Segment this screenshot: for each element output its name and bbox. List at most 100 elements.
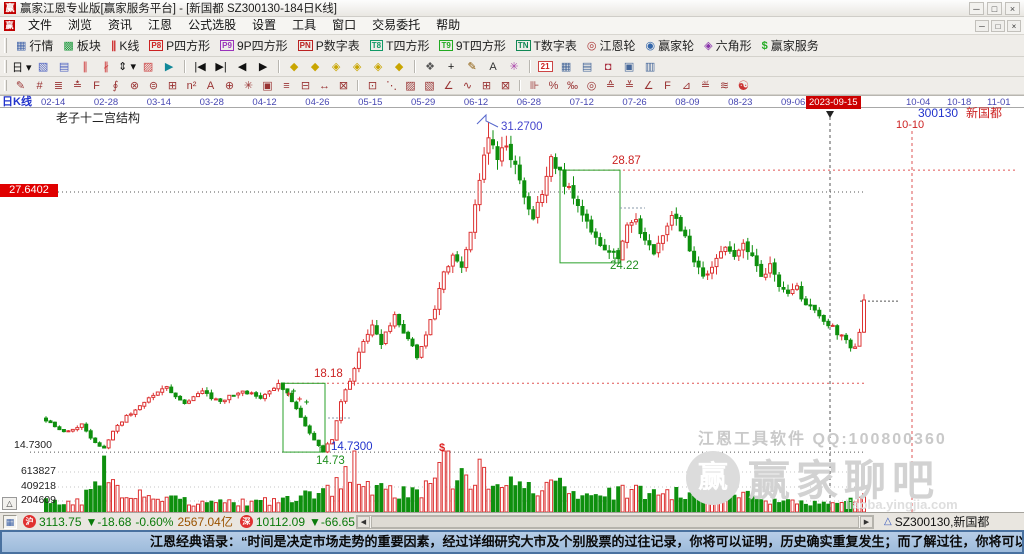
gann-diamond-6[interactable]: ◆ [390, 58, 409, 75]
scrollbar-thumb[interactable] [371, 516, 859, 528]
window-style-icon[interactable]: ▧ [34, 58, 53, 75]
horizontal-scrollbar[interactable]: ◀ ▶ [356, 515, 874, 529]
gann-diamond-1[interactable]: ◆ [285, 58, 304, 75]
toolbar-button-p-square[interactable]: P8 P四方形 [144, 36, 215, 55]
minimize-button[interactable]: ─ [969, 1, 984, 15]
text-label-tool[interactable]: A [484, 58, 503, 75]
draw-tool-0-9[interactable]: n² [183, 78, 200, 93]
period-day-dropdown[interactable]: 日 ▾ [12, 58, 32, 75]
annotate-tool[interactable]: ✎ [463, 58, 482, 75]
draw-tool-0-10[interactable]: A [202, 78, 219, 93]
nav-prev-button[interactable]: ◀ [233, 58, 252, 75]
scale-dropdown[interactable]: ⇕ ▾ [118, 58, 137, 75]
draw-tool-0-0[interactable]: ✎ [12, 78, 29, 93]
draw-tool-1-2[interactable]: ▨ [402, 78, 419, 93]
toolbar-button-winner-wheel[interactable]: ◉ 赢家轮 [640, 36, 699, 55]
draw-tool-0-12[interactable]: ✳ [240, 78, 257, 93]
close-button[interactable]: × [1005, 1, 1020, 15]
mdi-close-button[interactable]: × [1007, 19, 1021, 32]
gann-diamond-5[interactable]: ◈ [369, 58, 388, 75]
draw-tool-2-4[interactable]: ≙ [602, 78, 619, 93]
toolbar-button-quotes[interactable]: ▦ 行情 [11, 36, 58, 55]
scroll-left-arrow[interactable]: ◀ [357, 516, 370, 528]
nav-first-button[interactable]: |◀ [191, 58, 210, 75]
draw-tool-1-5[interactable]: ∿ [459, 78, 476, 93]
draw-tool-1-3[interactable]: ▧ [421, 78, 438, 93]
save-button[interactable]: ◘ [599, 58, 618, 75]
yinyang-tool[interactable]: ☯ [735, 78, 752, 93]
draw-tool-2-2[interactable]: ‰ [564, 78, 581, 93]
kline-chart-area[interactable]: + + + + 02-14 02-28 03-14 03-28 04-12 04-26 05-15… [0, 95, 1024, 512]
toolbar-button-hexagon[interactable]: ◈ 六角形 [699, 36, 756, 55]
toolbar-button-winner-service[interactable]: $ 赢家服务 [757, 36, 824, 55]
draw-tool-2-1[interactable]: % [545, 78, 562, 93]
notebook-button[interactable]: ▤ [578, 58, 597, 75]
minute-view-icon[interactable]: ▶ [160, 58, 179, 75]
draw-tool-2-0[interactable]: ⊪ [526, 78, 543, 93]
draw-tool-2-3[interactable]: ◎ [583, 78, 600, 93]
toolbar-button-9p-square[interactable]: P9 9P四方形 [215, 36, 292, 55]
export-button[interactable]: ▣ [620, 58, 639, 75]
mdi-restore-button[interactable]: □ [991, 19, 1005, 32]
draw-tool-0-11[interactable]: ⊕ [221, 78, 238, 93]
calculator-button[interactable]: ▦ [557, 58, 576, 75]
toolbar-button-9t-square[interactable]: T9 9T四方形 [434, 36, 510, 55]
mdi-minimize-button[interactable]: ─ [975, 19, 989, 32]
gann-diamond-4[interactable]: ◈ [348, 58, 367, 75]
gann-diamond-3[interactable]: ◈ [327, 58, 346, 75]
draw-tool-0-17[interactable]: ⊠ [335, 78, 352, 93]
gann-diamond-2[interactable]: ◆ [306, 58, 325, 75]
calendar-button[interactable]: 21 [536, 58, 555, 75]
draw-tool-2-7[interactable]: F [659, 78, 676, 93]
menu-item-3[interactable]: 江恩 [140, 17, 180, 34]
draw-tool-0-6[interactable]: ⊗ [126, 78, 143, 93]
draw-tool-1-1[interactable]: ⋱ [383, 78, 400, 93]
kline-style-2-icon[interactable]: ∦ [97, 58, 116, 75]
draw-tool-0-4[interactable]: F [88, 78, 105, 93]
sync-button[interactable]: ▥ [641, 58, 660, 75]
nav-last-button[interactable]: ▶| [212, 58, 231, 75]
draw-tool-2-10[interactable]: ≋ [716, 78, 733, 93]
crosshair-tool[interactable]: + [442, 58, 461, 75]
move-hand-tool[interactable]: ❖ [421, 58, 440, 75]
draw-tool-2-6[interactable]: ∠ [640, 78, 657, 93]
draw-tool-0-2[interactable]: ≣ [50, 78, 67, 93]
toolbar-button-t-number[interactable]: TN T数字表 [511, 36, 582, 55]
draw-tool-0-1[interactable]: # [31, 78, 48, 93]
scroll-up-button[interactable]: △ [2, 497, 17, 510]
draw-tool-1-7[interactable]: ⊠ [497, 78, 514, 93]
menu-item-6[interactable]: 工具 [284, 17, 324, 34]
maximize-button[interactable]: □ [987, 1, 1002, 15]
draw-tool-0-7[interactable]: ⊜ [145, 78, 162, 93]
menu-item-4[interactable]: 公式选股 [180, 17, 244, 34]
menu-item-0[interactable]: 文件 [20, 17, 60, 34]
menu-item-7[interactable]: 窗口 [324, 17, 364, 34]
draw-tool-0-14[interactable]: ≡ [278, 78, 295, 93]
draw-tool-0-5[interactable]: ∮ [107, 78, 124, 93]
market-grid-icon[interactable]: ▦ [3, 514, 17, 529]
draw-tool-2-5[interactable]: ≚ [621, 78, 638, 93]
draw-tool-0-8[interactable]: ⊞ [164, 78, 181, 93]
menu-item-1[interactable]: 浏览 [60, 17, 100, 34]
draw-tool-1-0[interactable]: ⊡ [364, 78, 381, 93]
toolbar-button-sectors[interactable]: ▩ 板块 [58, 36, 105, 55]
menu-item-8[interactable]: 交易委托 [364, 17, 428, 34]
info-panel-icon[interactable]: ▤ [55, 58, 74, 75]
kline-style-1-icon[interactable]: ∥ [76, 58, 95, 75]
draw-tool-0-15[interactable]: ⊟ [297, 78, 314, 93]
mark-flag-icon[interactable]: ▨ [139, 58, 158, 75]
toolbar-button-p-number[interactable]: PN P数字表 [293, 36, 365, 55]
nav-next-button[interactable]: ▶ [254, 58, 273, 75]
draw-tool-1-4[interactable]: ∠ [440, 78, 457, 93]
menu-item-9[interactable]: 帮助 [428, 17, 468, 34]
menu-item-2[interactable]: 资讯 [100, 17, 140, 34]
toolbar-button-gann-wheel[interactable]: ◎ 江恩轮 [582, 36, 641, 55]
draw-tool-1-6[interactable]: ⊞ [478, 78, 495, 93]
draw-tool-0-16[interactable]: ↔ [316, 78, 333, 93]
draw-tool-2-9[interactable]: ≝ [697, 78, 714, 93]
scroll-right-arrow[interactable]: ▶ [860, 516, 873, 528]
filter-tool[interactable]: ✳ [505, 58, 524, 75]
menu-item-5[interactable]: 设置 [244, 17, 284, 34]
draw-tool-0-13[interactable]: ▣ [259, 78, 276, 93]
draw-tool-0-3[interactable]: ≛ [69, 78, 86, 93]
